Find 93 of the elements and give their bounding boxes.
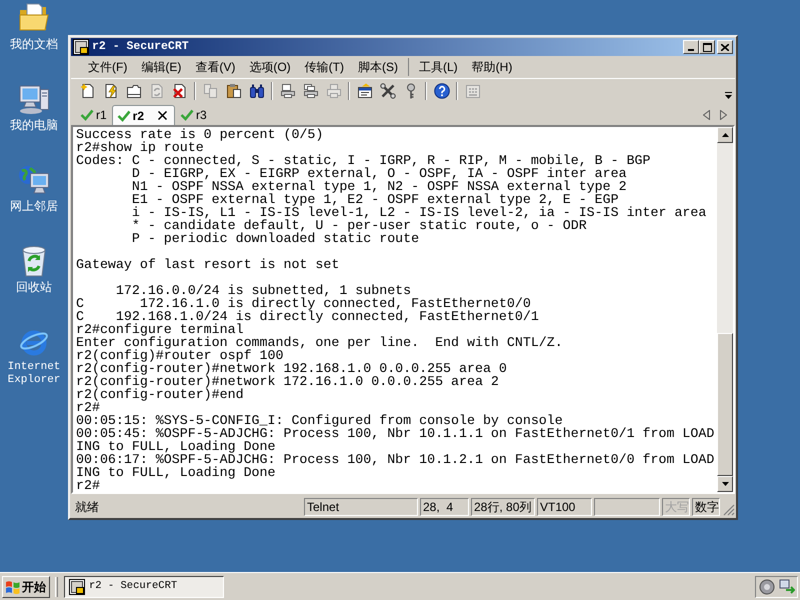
desktop-shortcut[interactable]: 我的电脑 [0,81,68,162]
start-button[interactable]: 开始 [2,576,50,598]
status-pane: 28, 4 [420,498,469,516]
terminal-line: * - candidate default, U - per-user static route, o - ODR [130,219,587,232]
minimize-button[interactable] [683,40,699,54]
check-icon [80,109,94,121]
terminal-line: Codes: C - connected, S - static, I - IGRP, R - RIP, M - mobile, B - BGP [76,154,651,167]
flag-logo-icon [5,580,21,594]
scroll-right-icon[interactable] [720,110,727,120]
menu-item[interactable]: 帮助(H) [464,58,520,76]
terminal-line: Success rate is 0 percent (0/5) [76,128,324,141]
menu-item[interactable]: 工具(L) [412,58,465,76]
terminal-line: r2(config-router)#network 192.168.1.0 0.0.0.255 area 0 [76,362,507,375]
terminal-line: C 192.168.1.0/24 is directly connected, FastEthernet0/1 [76,310,539,323]
refresh-page-icon [148,83,164,99]
terminal-window-icon [69,578,85,594]
binoculars-icon [248,83,264,99]
tab[interactable]: r1 [77,105,110,125]
status-pane: 28行, 80列 [471,498,535,516]
folder-window-icon [126,83,142,99]
scroll-left-icon[interactable] [703,110,710,120]
terminal-line: r2# [76,401,100,414]
terminal-window-icon [73,39,89,55]
terminal-line: D - EIGRP, EX - EIGRP external, O - OSPF, IA - OSPF inter area [130,167,627,180]
maximize-icon [702,42,712,52]
disc-icon[interactable] [758,578,774,594]
terminal-line: r2(config-router)#network 172.16.1.0 0.0.0.255 area 2 [76,375,499,388]
sparkle-page-icon [80,83,96,99]
window-title: r2 - SecureCRT [92,39,189,56]
terminal-line: r2#configure terminal [76,323,244,336]
close-icon[interactable] [158,111,168,120]
terminal-line: r2#show ip route [76,141,204,154]
check-icon [180,109,194,121]
chevron-down-icon [724,92,732,99]
terminal-line: 00:06:17: %OSPF-5-ADJCHG: Process 100, Nbr 10.1.2.1 on FastEthernet0/0 from LOAD [76,453,714,466]
terminal-line: ING to FULL, Loading Done [76,466,276,479]
scroll-up-button[interactable] [717,127,733,143]
close-icon [721,44,729,50]
status-pane: VT100 [537,498,592,516]
tab[interactable]: r2 [112,105,176,125]
tools-icon [380,83,396,99]
maximize-button[interactable] [699,40,715,54]
globe-monitor-icon [18,164,50,196]
desktop-shortcut[interactable]: Internet Explorer [0,324,68,405]
copy-icon [202,83,218,99]
cross-page-icon [172,83,188,99]
resize-grip-icon[interactable] [723,504,735,516]
monitor-arrow-icon[interactable] [778,578,794,594]
terminal-line: ING to FULL, Loading Done [76,440,276,453]
terminal-line: 172.16.0.0/24 is subnetted, 1 subnets [114,284,412,297]
desktop-shortcut[interactable]: 网上邻居 [0,162,68,243]
scroll-thumb[interactable] [717,333,733,476]
menu-item[interactable]: 脚本(S) [350,58,405,76]
printer-icon [326,83,342,99]
terminal-line: Gateway of last resort is not set [76,258,340,271]
printer-pages-icon [302,83,318,99]
terminal-line: r2# [76,479,100,492]
keyboard-page-icon [464,83,480,99]
status-pane: 数字 [692,498,720,516]
close-button[interactable] [717,40,733,54]
desktop-shortcut[interactable]: 回收站 [0,243,68,324]
menu-item[interactable]: 文件(F) [81,58,134,76]
terminal-line: r2(config-router)#end [76,388,244,401]
terminal-line: 00:05:15: %SYS-5-CONFIG_I: Configured from console by console [76,414,563,427]
up-arrow-icon [722,133,728,137]
terminal-line: 00:05:45: %OSPF-5-ADJCHG: Process 100, Nbr 10.1.1.1 on FastEthernet0/1 from LOAD [76,427,714,440]
help-icon [434,83,450,99]
terminal-line: r2(config)#router ospf 100 [76,349,284,362]
status-text: 就绪 [74,498,100,516]
terminal-line: C 172.16.1.0 is directly connected, FastEthernet0/0 [76,297,531,310]
terminal-line: P - periodic downloaded static route [130,232,420,245]
form-window-icon [356,83,372,99]
terminal-line: Enter configuration commands, one per line. End with CNTL/Z. [76,336,563,349]
terminal-line: N1 - OSPF NSSA external type 1, N2 - OSPF NSSA external type 2 [130,180,627,193]
minimize-icon [688,49,694,51]
status-pane [594,498,660,516]
menu-item[interactable]: 选项(O) [242,58,298,76]
check-icon [116,110,131,122]
printer-page-icon [280,83,296,99]
taskbar-button[interactable]: r2 - SecureCRT [64,576,224,598]
desktop-shortcut[interactable]: 我的文档 [0,0,68,81]
clipboard-icon [226,83,242,99]
terminal-line: i - IS-IS, L1 - IS-IS level-1, L2 - IS-IS level-2, ia - IS-IS inter area [130,206,706,219]
menu-item[interactable]: 传输(T) [298,58,351,76]
scroll-down-button[interactable] [717,476,733,492]
tab[interactable]: r3 [177,105,210,125]
status-pane: Telnet [304,498,418,516]
down-arrow-icon [722,482,728,486]
menu-item[interactable]: 编辑(E) [134,58,188,76]
menu-item[interactable]: 查看(V) [188,58,242,76]
lightning-page-icon [102,83,118,99]
terminal-line: E1 - OSPF external type 1, E2 - OSPF external type 2, E - EGP [130,193,619,206]
computer-icon [18,83,50,115]
